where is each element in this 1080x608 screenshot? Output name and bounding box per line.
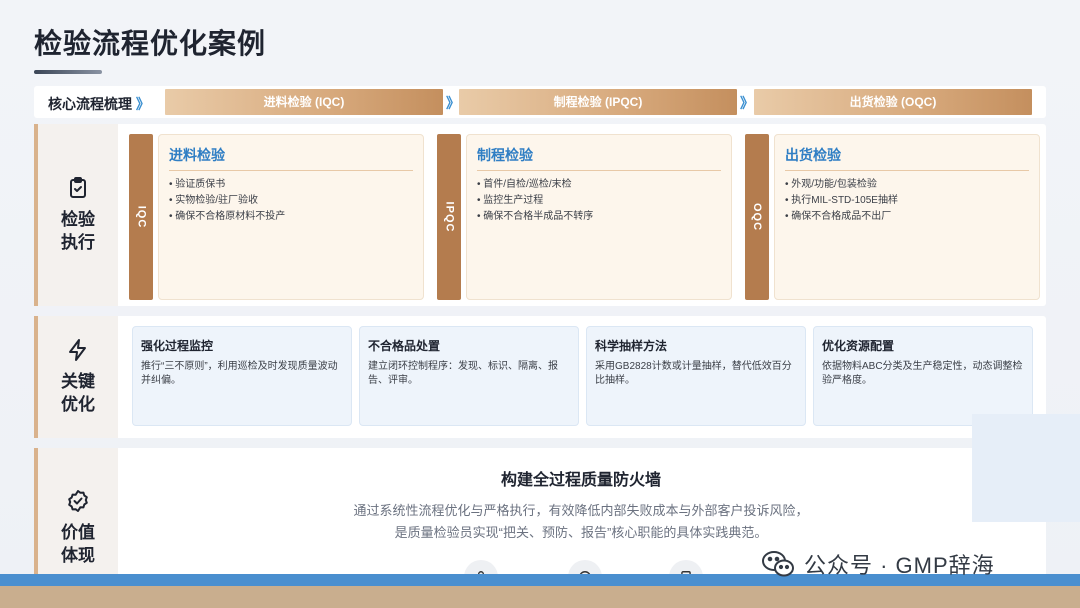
list-item: 验证质保书 <box>169 177 413 193</box>
lightning-icon <box>69 339 86 361</box>
page-title: 检验流程优化案例 <box>34 28 267 59</box>
flow-label: 核心流程梳理 》 <box>48 94 150 114</box>
opt-card-title: 不合格品处置 <box>368 339 441 353</box>
clipboard-check-icon <box>70 177 86 198</box>
list-item: 确保不合格成品不出厂 <box>785 209 1029 225</box>
opt-card: 优化资源配置 依据物料ABC分类及生产稳定性，动态调整检验严格度。 <box>813 326 1033 426</box>
value-title: 构建全过程质量防火墙 <box>500 472 661 489</box>
flow-bar: 核心流程梳理 》 进料检验 (IQC) 》 制程检验 (IPQC) 》 出货检验… <box>34 86 1046 118</box>
list-item: 监控生产过程 <box>477 193 721 209</box>
list-item: 确保不合格原材料不投产 <box>169 209 413 225</box>
row-label-text: 关键优化 <box>61 372 95 414</box>
row-exec: 检验执行 IQC 进料检验 验证质保书 实物检验/驻厂验收 确保不合格原材料不投… <box>34 124 1046 306</box>
opt-card-title: 强化过程监控 <box>141 339 214 353</box>
opt-card: 科学抽样方法 采用GB2828计数或计量抽样，替代低效百分比抽样。 <box>586 326 806 426</box>
chevron-right-icon: 》 <box>740 95 754 111</box>
exec-body: IQC 进料检验 验证质保书 实物检验/驻厂验收 确保不合格原材料不投产 IPQ… <box>122 130 1040 300</box>
list-item: 执行MIL-STD-105E抽样 <box>785 193 1029 209</box>
exec-card-title: 出货检验 <box>785 145 1029 171</box>
badge-check-icon <box>68 490 88 512</box>
row-label-text: 价值体现 <box>61 523 95 565</box>
opt-card-text: 推行“三不原则”，利用巡检及时发现质量波动并纠偏。 <box>141 361 338 386</box>
exec-card-title: 制程检验 <box>477 145 721 171</box>
row-label-exec: 检验执行 <box>34 124 118 306</box>
row-label-text: 检验执行 <box>61 210 95 252</box>
exec-tab-ipqc: IPQC <box>437 134 461 300</box>
wechat-icon <box>762 551 794 577</box>
opt-card-title: 优化资源配置 <box>822 339 895 353</box>
chevron-right-icon: 》 <box>446 95 460 111</box>
list-item: 确保不合格半成品不转序 <box>477 209 721 225</box>
exec-tab-iqc: IQC <box>129 134 153 300</box>
opt-card-title: 科学抽样方法 <box>595 339 668 353</box>
flow-stage-iqc[interactable]: 进料检验 (IQC) <box>165 89 443 115</box>
side-panel <box>972 414 1080 522</box>
opt-card-text: 依据物料ABC分类及生产稳定性，动态调整检验严格度。 <box>822 361 1023 386</box>
list-item: 外观/功能/包装检验 <box>785 177 1029 193</box>
flow-label-text: 核心流程梳理 <box>48 96 132 112</box>
exec-card-oqc: 出货检验 外观/功能/包装检验 执行MIL-STD-105E抽样 确保不合格成品… <box>774 134 1040 300</box>
row-label-opt: 关键优化 <box>34 316 118 438</box>
watermark: 公众号 · GMP辞海 <box>760 548 995 580</box>
opt-card-text: 采用GB2828计数或计量抽样，替代低效百分比抽样。 <box>595 361 792 386</box>
opt-card: 不合格品处置 建立闭环控制程序：发现、标识、隔离、报告、评审。 <box>359 326 579 426</box>
value-desc-line: 通过系统性流程优化与严格执行，有效降低内部失败成本与外部客户投诉风险， <box>353 503 809 518</box>
opt-body: 强化过程监控 推行“三不原则”，利用巡检及时发现质量波动并纠偏。 不合格品处置 … <box>122 322 1040 432</box>
chevron-right-icon: 》 <box>135 96 150 112</box>
flow-stage-ipqc[interactable]: 制程检验 (IPQC) <box>459 89 737 115</box>
exec-card-ipqc: 制程检验 首件/自检/巡检/末检 监控生产过程 确保不合格半成品不转序 <box>466 134 732 300</box>
opt-card-text: 建立闭环控制程序：发现、标识、隔离、报告、评审。 <box>368 361 558 386</box>
title-underline <box>34 70 102 74</box>
exec-tab-oqc: OQC <box>745 134 769 300</box>
flow-stage-oqc[interactable]: 出货检验 (OQC) <box>754 89 1032 115</box>
list-item: 实物检验/驻厂验收 <box>169 193 413 209</box>
value-description: 通过系统性流程优化与严格执行，有效降低内部失败成本与外部客户投诉风险， 是质量检… <box>122 500 1040 544</box>
exec-card-iqc: 进料检验 验证质保书 实物检验/驻厂验收 确保不合格原材料不投产 <box>158 134 424 300</box>
bottom-bar-tan <box>0 586 1080 608</box>
exec-card-title: 进料检验 <box>169 145 413 171</box>
row-opt: 关键优化 强化过程监控 推行“三不原则”，利用巡检及时发现质量波动并纠偏。 不合… <box>34 316 1046 438</box>
watermark-text: 公众号 · GMP辞海 <box>804 553 995 578</box>
value-desc-line: 是质量检验员实现“把关、预防、报告”核心职能的具体实践典范。 <box>394 525 768 540</box>
list-item: 首件/自检/巡检/末检 <box>477 177 721 193</box>
opt-card: 强化过程监控 推行“三不原则”，利用巡检及时发现质量波动并纠偏。 <box>132 326 352 426</box>
